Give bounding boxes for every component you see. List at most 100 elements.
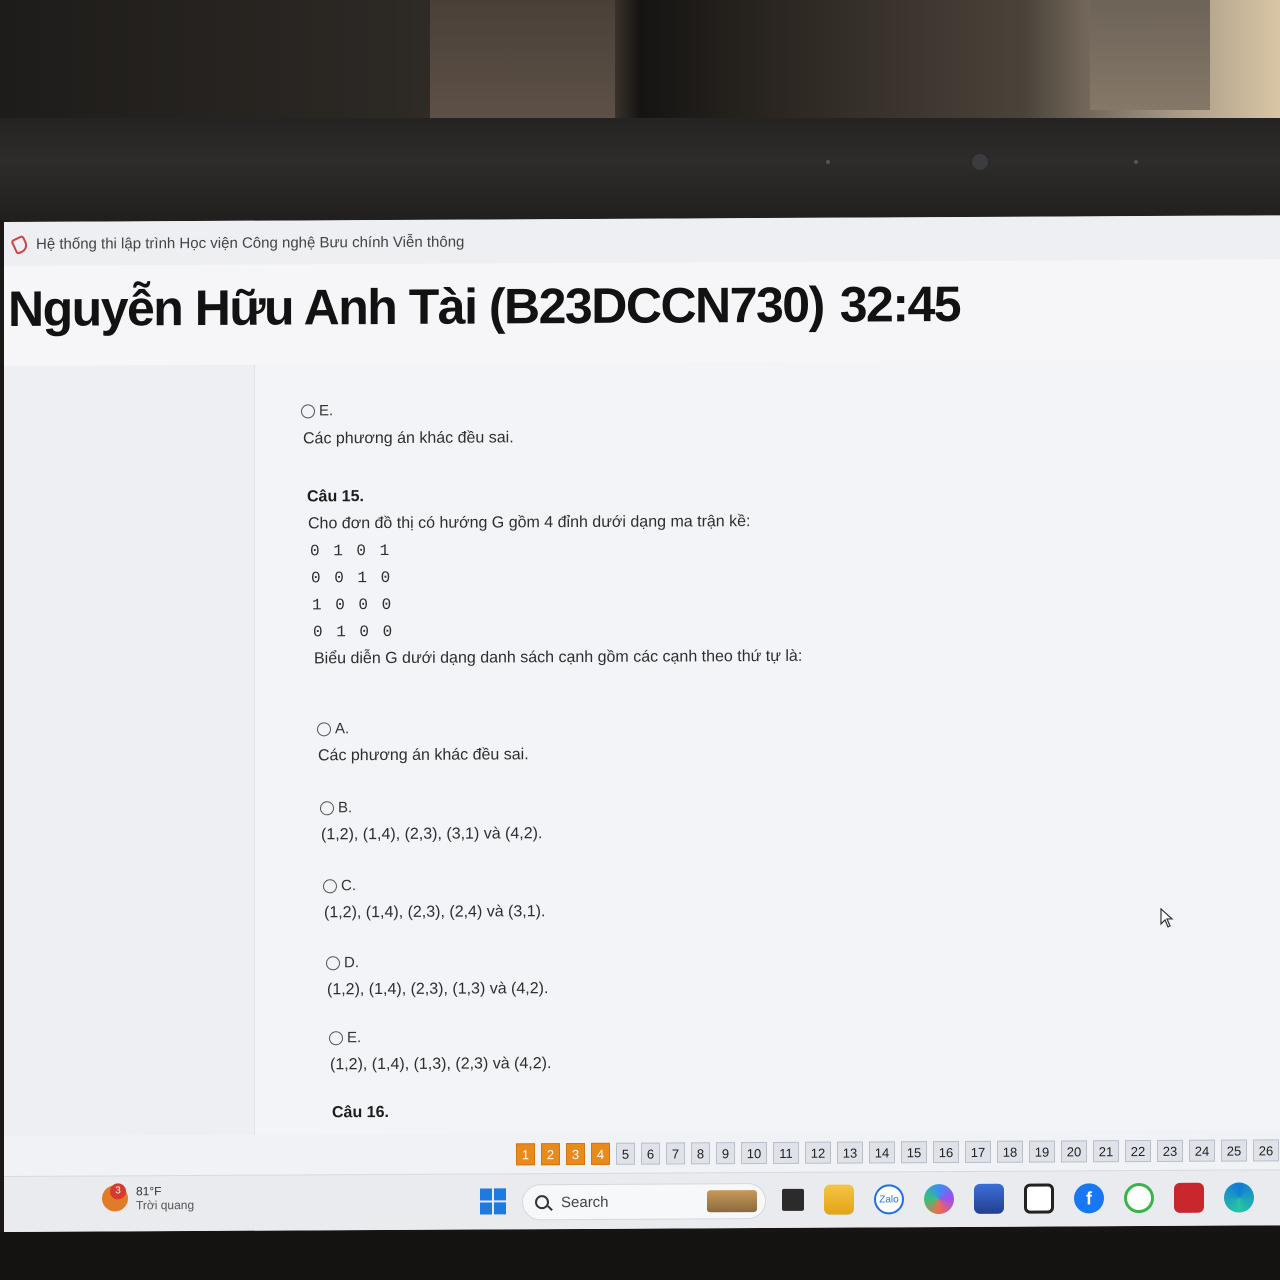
option-label: E. bbox=[319, 402, 334, 420]
weather-condition: Trời quang bbox=[136, 1198, 195, 1213]
bezel-sensor bbox=[826, 160, 830, 164]
question-prompt: Biểu diễn G dưới dạng danh sách cạnh gồm… bbox=[314, 647, 803, 668]
option-b[interactable]: B. bbox=[320, 799, 352, 816]
zalo-icon[interactable]: Zalo bbox=[874, 1184, 904, 1215]
notification-badge: 3 bbox=[110, 1183, 126, 1200]
radio-button[interactable] bbox=[320, 800, 334, 815]
page-button[interactable]: 10 bbox=[741, 1142, 767, 1165]
radio-button[interactable] bbox=[317, 721, 331, 736]
page-button[interactable]: 13 bbox=[837, 1141, 863, 1164]
page-button[interactable]: 18 bbox=[997, 1140, 1023, 1163]
page-button[interactable]: 24 bbox=[1189, 1139, 1215, 1162]
photo-scene: Hệ thống thi lập trình Học viện Công ngh… bbox=[0, 0, 1280, 1280]
background-panel bbox=[1090, 0, 1210, 110]
window-titlebar: Hệ thống thi lập trình Học viện Công ngh… bbox=[4, 215, 1280, 266]
exam-header: Nguyễn Hữu Anh Tài (B23DCCN730) 32:45 bbox=[4, 259, 1280, 366]
page-button-answered[interactable]: 4 bbox=[591, 1142, 610, 1165]
question-panel[interactable]: E. Các phương án khác đều sai. Câu 15. C… bbox=[254, 359, 1280, 1135]
left-sidebar bbox=[4, 364, 254, 1136]
matrix-row: 1 0 0 0 bbox=[312, 595, 394, 615]
page-button[interactable]: 11 bbox=[773, 1141, 799, 1164]
page-button[interactable]: 25 bbox=[1221, 1139, 1247, 1162]
student-name: Nguyễn Hữu Anh Tài (B23DCCN730) bbox=[8, 276, 824, 337]
countdown-timer: 32:45 bbox=[839, 275, 961, 333]
page-button[interactable]: 26 bbox=[1253, 1139, 1279, 1162]
webcam-icon bbox=[970, 152, 990, 172]
weather-sun-icon: 3 bbox=[102, 1183, 128, 1212]
question-pagination: 1 2 3 4 5 6 7 8 9 10 11 12 13 14 15 16 1… bbox=[4, 1129, 1280, 1176]
page-button[interactable]: 21 bbox=[1093, 1140, 1119, 1163]
temperature: 81°F bbox=[136, 1184, 162, 1199]
laptop-bezel-bottom bbox=[0, 1232, 1280, 1280]
radio-button[interactable] bbox=[329, 1030, 343, 1045]
question-intro: Cho đơn đồ thị có hướng G gồm 4 đỉnh dướ… bbox=[308, 513, 751, 533]
matrix-row: 0 1 0 1 bbox=[310, 541, 392, 561]
laptop-bezel-top bbox=[0, 118, 1280, 228]
taskview-icon[interactable] bbox=[782, 1188, 804, 1211]
radio-button[interactable] bbox=[323, 878, 337, 893]
option-label: D. bbox=[344, 954, 359, 972]
option-label: E. bbox=[347, 1029, 362, 1047]
page-button[interactable]: 22 bbox=[1125, 1139, 1151, 1163]
wechat-icon[interactable] bbox=[1124, 1182, 1154, 1214]
page-button-answered[interactable]: 2 bbox=[541, 1143, 560, 1166]
page-button[interactable]: 9 bbox=[716, 1142, 735, 1165]
page-title: Nguyễn Hữu Anh Tài (B23DCCN730) 32:45 bbox=[8, 275, 960, 338]
option-text: (1,2), (1,4), (2,3), (1,3) và (4,2). bbox=[327, 980, 549, 999]
file-explorer-icon[interactable] bbox=[824, 1184, 854, 1215]
option-label: B. bbox=[338, 799, 353, 817]
background-door bbox=[430, 0, 615, 118]
question-title: Câu 15. bbox=[307, 488, 364, 506]
page-button[interactable]: 19 bbox=[1029, 1140, 1055, 1163]
page-button[interactable]: 16 bbox=[933, 1140, 959, 1164]
page-button[interactable]: 8 bbox=[691, 1142, 710, 1165]
screen-recorder-icon[interactable] bbox=[1174, 1182, 1204, 1213]
windows-start-icon[interactable] bbox=[480, 1188, 506, 1215]
page-button[interactable]: 7 bbox=[666, 1142, 685, 1165]
laptop-screen: Hệ thống thi lập trình Học viện Công ngh… bbox=[4, 215, 1280, 1232]
option-a[interactable]: A. bbox=[317, 720, 349, 737]
page-button[interactable]: 20 bbox=[1061, 1140, 1087, 1163]
taskbar-search[interactable]: Search bbox=[522, 1183, 766, 1221]
page-button[interactable]: 15 bbox=[901, 1141, 927, 1164]
edge-icon[interactable] bbox=[1224, 1182, 1254, 1213]
weather-widget[interactable]: 3 81°F Trời quang bbox=[102, 1183, 195, 1213]
option-label: C. bbox=[341, 877, 356, 895]
page-button-answered[interactable]: 3 bbox=[566, 1142, 585, 1166]
copilot-icon[interactable] bbox=[924, 1184, 954, 1215]
page-list: 1 2 3 4 5 6 7 8 9 10 11 12 13 14 15 16 1… bbox=[516, 1139, 1279, 1166]
option-text: (1,2), (1,4), (1,3), (2,3) và (4,2). bbox=[330, 1055, 552, 1074]
page-button[interactable]: 5 bbox=[616, 1142, 635, 1165]
question-title: Câu 16. bbox=[332, 1103, 389, 1122]
option-c[interactable]: C. bbox=[323, 877, 356, 894]
xbox-icon[interactable] bbox=[1024, 1183, 1054, 1214]
radio-button[interactable] bbox=[326, 955, 340, 970]
radio-button[interactable] bbox=[301, 403, 315, 418]
facebook-icon[interactable]: f bbox=[1074, 1183, 1104, 1214]
ptit-logo-icon bbox=[10, 235, 28, 253]
page-button[interactable]: 17 bbox=[965, 1140, 991, 1163]
page-button[interactable]: 23 bbox=[1157, 1139, 1183, 1162]
exam-content: E. Các phương án khác đều sai. Câu 15. C… bbox=[4, 359, 1280, 1136]
mouse-cursor-icon bbox=[1160, 907, 1174, 928]
option-text: Các phương án khác đều sai. bbox=[303, 429, 514, 448]
option-d[interactable]: D. bbox=[326, 954, 359, 971]
store-icon[interactable] bbox=[974, 1183, 1004, 1214]
search-placeholder: Search bbox=[561, 1193, 609, 1211]
matrix-row: 0 0 1 0 bbox=[311, 568, 393, 588]
option-text: Các phương án khác đều sai. bbox=[318, 746, 529, 765]
prev-option-e[interactable]: E. bbox=[301, 402, 333, 419]
taskbar-pinned-apps: Zalo f bbox=[782, 1182, 1254, 1215]
option-e[interactable]: E. bbox=[329, 1029, 361, 1046]
matrix-row: 0 1 0 0 bbox=[313, 622, 395, 642]
page-button[interactable]: 14 bbox=[869, 1141, 895, 1164]
bezel-sensor bbox=[1134, 160, 1138, 164]
page-button-answered[interactable]: 1 bbox=[516, 1143, 535, 1166]
option-label: A. bbox=[335, 720, 350, 738]
page-button[interactable]: 12 bbox=[805, 1141, 831, 1164]
option-text: (1,2), (1,4), (2,3), (2,4) và (3,1). bbox=[324, 903, 546, 922]
background-room bbox=[0, 0, 1280, 125]
search-highlight-image bbox=[707, 1190, 757, 1213]
option-text: (1,2), (1,4), (2,3), (3,1) và (4,2). bbox=[321, 825, 543, 844]
page-button[interactable]: 6 bbox=[641, 1142, 660, 1165]
